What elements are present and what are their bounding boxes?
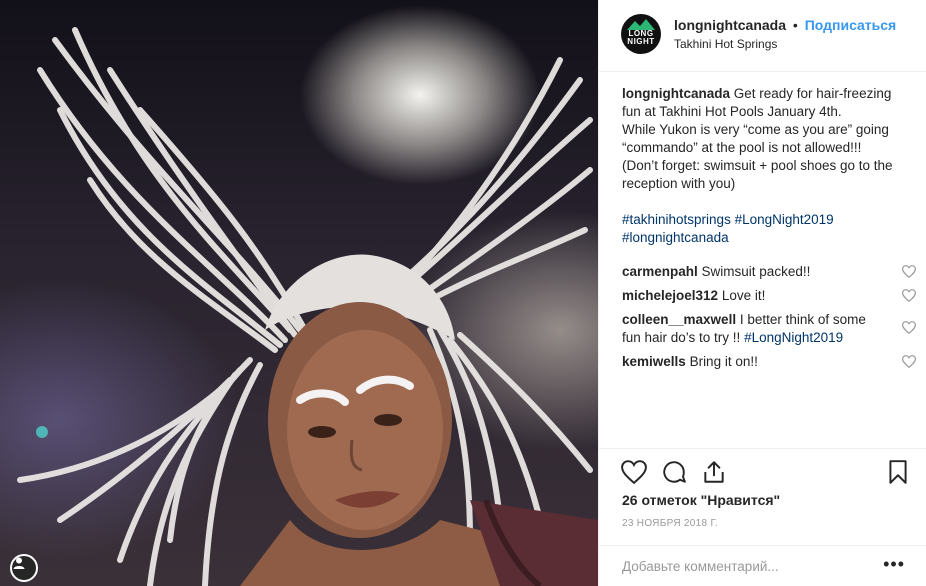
heart-icon[interactable] xyxy=(902,289,916,302)
comment-text: Love it! xyxy=(721,288,766,303)
comment-item: colleen__maxwell I better think of some … xyxy=(622,311,916,347)
user-icon[interactable] xyxy=(10,554,38,582)
comment-item: carmenpahl Swimsuit packed!! xyxy=(622,263,916,281)
comment-text-2: fun hair do’s to try !! xyxy=(622,330,745,345)
bookmark-icon[interactable] xyxy=(885,459,911,485)
comment-hashtag[interactable]: #LongNight2019 xyxy=(744,330,843,345)
comment-icon[interactable] xyxy=(661,459,687,485)
heart-icon[interactable] xyxy=(621,459,647,485)
header-separator: • xyxy=(792,17,798,33)
post-header: LONG NIGHT longnightcanada • Подписаться… xyxy=(599,0,926,72)
caption-line-4: “commando” at the pool is not allowed!!! xyxy=(622,140,862,155)
comment-item: michelejoel312 Love it! xyxy=(622,287,916,305)
caption-line-1: Get ready for hair-freezing xyxy=(733,86,892,101)
caption-hashtags-2[interactable]: #longnightcanada xyxy=(622,229,912,247)
logo-text-night: NIGHT xyxy=(627,37,655,46)
comment-input[interactable]: Добавьте комментарий... xyxy=(622,559,779,574)
caption-username[interactable]: longnightcanada xyxy=(622,86,730,101)
caption-line-6: reception with you) xyxy=(622,176,736,191)
heart-icon[interactable] xyxy=(902,265,916,278)
more-options-button[interactable]: ••• xyxy=(883,554,905,575)
likes-count[interactable]: 26 отметок "Нравится" xyxy=(622,492,780,508)
action-bar xyxy=(599,448,926,498)
caption: longnightcanada Get ready for hair-freez… xyxy=(622,85,912,247)
user-silhouette-icon xyxy=(13,557,25,569)
comment-text: I better think of some xyxy=(739,312,866,327)
header-username[interactable]: longnightcanada xyxy=(674,17,786,33)
location-link[interactable]: Takhini Hot Springs xyxy=(674,37,777,51)
post-side-panel: LONG NIGHT longnightcanada • Подписаться… xyxy=(598,0,926,586)
heart-icon[interactable] xyxy=(902,321,916,334)
comments-list: longnightcanada Get ready for hair-freez… xyxy=(622,85,916,377)
comment-username[interactable]: colleen__maxwell xyxy=(622,312,736,327)
comment-text: Bring it on!! xyxy=(689,354,758,369)
comment-item: kemiwells Bring it on!! xyxy=(622,353,916,371)
caption-line-2: fun at Takhini Hot Pools January 4th. xyxy=(622,104,842,119)
add-comment-bar: Добавьте комментарий... ••• xyxy=(599,545,926,586)
caption-hashtags-1[interactable]: #takhinihotsprings #LongNight2019 xyxy=(622,211,912,229)
heart-icon[interactable] xyxy=(902,355,916,368)
comment-username[interactable]: michelejoel312 xyxy=(622,288,718,303)
share-icon[interactable] xyxy=(701,459,727,485)
account-avatar[interactable]: LONG NIGHT xyxy=(621,14,661,54)
comment-text: Swimsuit packed!! xyxy=(701,264,811,279)
post-date: 23 НОЯБРЯ 2018 Г. xyxy=(622,518,719,529)
comment-username[interactable]: carmenpahl xyxy=(622,264,698,279)
caption-line-3: While Yukon is very “come as you are” go… xyxy=(622,122,889,137)
follow-button[interactable]: Подписаться xyxy=(805,17,897,33)
frozen-hair-photo xyxy=(17,27,598,586)
post-photo xyxy=(0,0,598,586)
caption-line-5: (Don’t forget: swimsuit + pool shoes go … xyxy=(622,158,893,173)
header-user-line: longnightcanada • Подписаться xyxy=(674,17,896,33)
comment-username[interactable]: kemiwells xyxy=(622,354,686,369)
